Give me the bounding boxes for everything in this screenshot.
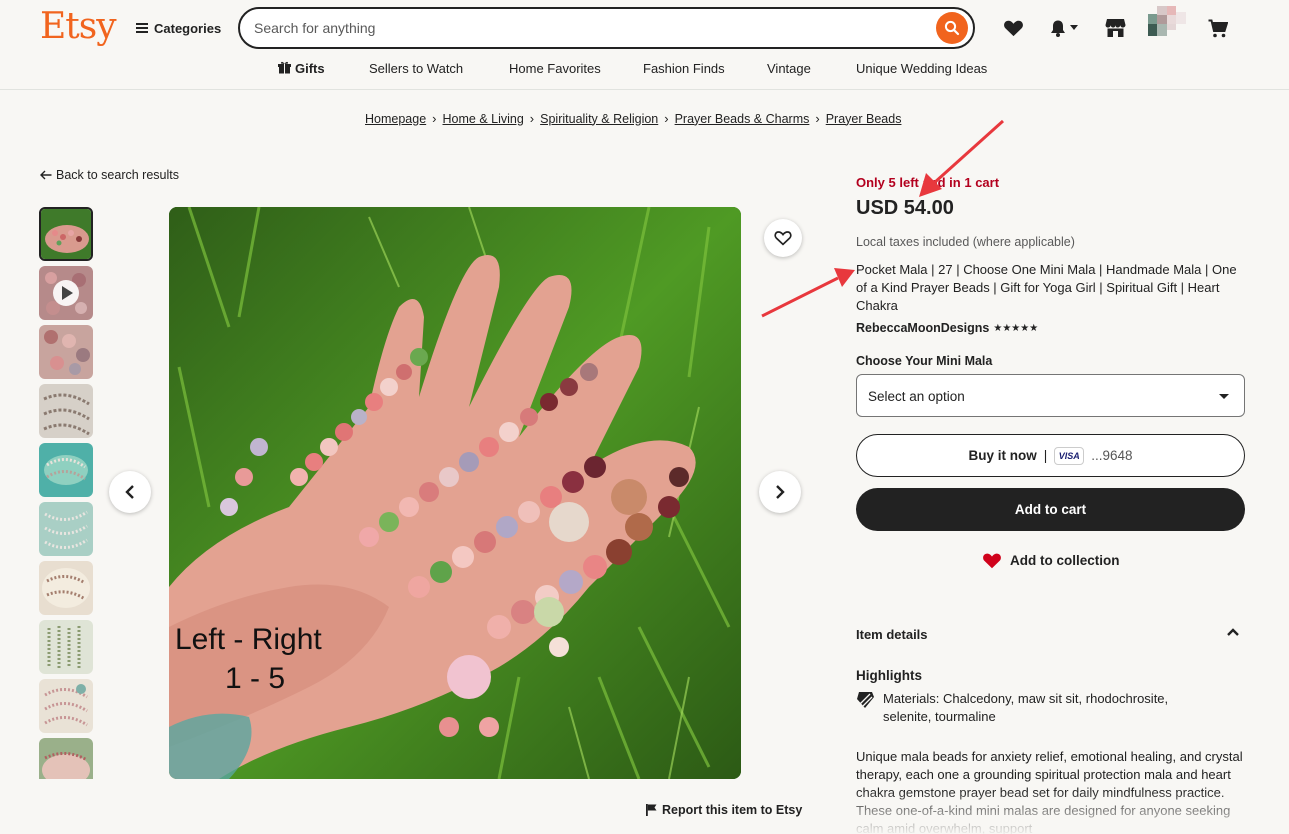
notifications-button[interactable] [1045, 14, 1081, 42]
nav-item-unique-wedding-ideas[interactable]: Unique Wedding Ideas [856, 61, 987, 76]
avatar[interactable] [1148, 6, 1186, 36]
item-price: USD 54.00 [856, 197, 954, 219]
materials-text: Materials: Chalcedony, maw sit sit, rhod… [883, 691, 1169, 724]
thumbnail-list [39, 207, 94, 779]
nav-gifts-label: Gifts [295, 61, 325, 76]
shop-name: RebeccaMoonDesigns [856, 321, 990, 335]
thumbnail-3[interactable] [39, 325, 93, 379]
shop-link[interactable]: RebeccaMoonDesigns ★★★★★ [856, 321, 1038, 335]
nav-item-gifts[interactable]: Gifts [278, 61, 325, 76]
breadcrumb-homepage[interactable]: Homepage [365, 112, 426, 126]
gift-icon [278, 61, 291, 74]
thumbnail-6[interactable] [39, 502, 93, 556]
report-label: Report this item to Etsy [662, 803, 803, 817]
heart-filled-icon [983, 553, 1001, 569]
add-collection-label: Add to collection [1010, 553, 1120, 568]
nav-item-home-favorites[interactable]: Home Favorites [509, 61, 601, 76]
taxes-note: Local taxes included (where applicable) [856, 235, 1075, 249]
separator: | [1043, 448, 1048, 463]
highlights-heading: Highlights [856, 668, 922, 683]
main-product-image[interactable]: Left - Right 1 - 5 [169, 207, 741, 779]
thumbnail-5[interactable] [39, 443, 93, 497]
select-value: Select an option [868, 389, 965, 404]
chevron-right-icon: › [529, 111, 535, 126]
chevron-right-icon [776, 485, 785, 499]
favorite-item-button[interactable] [764, 219, 802, 257]
thumbnail-4[interactable] [39, 384, 93, 438]
search-input[interactable] [254, 18, 914, 38]
report-item-link[interactable]: Report this item to Etsy [646, 803, 802, 817]
thumbnail-8[interactable] [39, 620, 93, 674]
search-button[interactable] [936, 12, 968, 44]
favorites-button[interactable] [1001, 14, 1025, 42]
thumbnail-10[interactable] [39, 738, 93, 779]
thumbnail-9[interactable] [39, 679, 93, 733]
chevron-right-icon: › [815, 111, 820, 126]
add-to-cart-button[interactable]: Add to cart [856, 488, 1245, 531]
next-image-button[interactable] [759, 471, 801, 513]
image-caption-line1: Left - Right [175, 623, 322, 656]
shop-manager-button[interactable] [1103, 14, 1127, 42]
image-caption-line2: 1 - 5 [225, 662, 285, 695]
bell-icon [1050, 20, 1065, 37]
breadcrumb-home-living[interactable]: Home & Living [443, 112, 524, 126]
variation-select[interactable]: Select an option [856, 374, 1245, 417]
heart-outline-icon [774, 231, 792, 246]
menu-icon [136, 23, 148, 33]
visa-card-icon: VISA [1054, 446, 1085, 465]
categories-button[interactable]: Categories [136, 18, 221, 38]
category-nav: Gifts Sellers to Watch Home Favorites Fa… [0, 58, 1289, 82]
card-last-digits: ...9648 [1091, 448, 1133, 463]
stock-notice: Only 5 left and in 1 cart [856, 175, 1000, 190]
dropdown-caret-icon [1219, 394, 1229, 399]
annotation-arrow-title [761, 268, 855, 318]
heart-icon [1003, 20, 1023, 37]
add-to-collection-button[interactable]: Add to collection [982, 552, 1120, 569]
nav-item-sellers-to-watch[interactable]: Sellers to Watch [369, 61, 463, 76]
option-label: Choose Your Mini Mala [856, 354, 993, 368]
back-to-search-link[interactable]: Back to search results [40, 168, 179, 182]
thumbnail-2-video[interactable] [39, 266, 93, 320]
description-fade [856, 790, 1246, 834]
breadcrumb-prayer-beads[interactable]: Prayer Beads [826, 112, 902, 126]
cart-icon [1208, 19, 1228, 37]
chevron-up-icon[interactable] [1226, 627, 1240, 637]
back-link-label: Back to search results [56, 168, 179, 182]
breadcrumb: Homepage › Home & Living › Spirituality & … [365, 111, 901, 126]
buy-now-label: Buy it now [968, 448, 1037, 463]
breadcrumb-spirituality-religion[interactable]: Spirituality & Religion [540, 112, 658, 126]
star-rating: ★★★★★ [993, 322, 1039, 334]
thumbnail-7[interactable] [39, 561, 93, 615]
search-icon [944, 20, 960, 36]
breadcrumb-prayer-beads-charms[interactable]: Prayer Beads & Charms [675, 112, 810, 126]
materials-icon [857, 692, 874, 708]
flag-icon [646, 804, 657, 816]
nav-item-fashion-finds[interactable]: Fashion Finds [643, 61, 725, 76]
chevron-left-icon [125, 485, 134, 499]
chevron-down-icon [1069, 25, 1078, 30]
materials-row: Materials: Chalcedony, maw sit sit, rhod… [856, 690, 1216, 726]
categories-label: Categories [154, 20, 222, 36]
nav-item-vintage[interactable]: Vintage [767, 61, 811, 76]
buy-it-now-button[interactable]: Buy it now | VISA ...9648 [856, 434, 1245, 477]
previous-image-button[interactable] [109, 471, 151, 513]
thumbnail-1[interactable] [39, 207, 93, 261]
item-details-toggle[interactable]: Item details [856, 627, 928, 642]
chevron-right-icon: › [432, 111, 437, 126]
search-bar [238, 7, 975, 49]
site-header: Etsy Categories Search for anything Gift… [0, 0, 1289, 90]
listing-title: Pocket Mala | 27 | Choose One Mini Mala … [856, 262, 1237, 313]
arrow-left-icon [40, 170, 52, 180]
etsy-logo[interactable]: Etsy [40, 6, 117, 47]
cart-button[interactable] [1206, 14, 1230, 42]
chevron-right-icon: › [664, 111, 669, 126]
shop-icon [1105, 19, 1125, 37]
